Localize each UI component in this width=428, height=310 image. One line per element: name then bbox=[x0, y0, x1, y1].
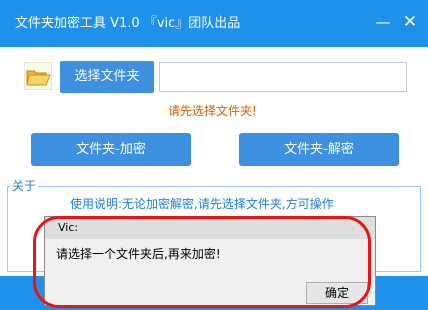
ok-button[interactable]: 确定 bbox=[306, 282, 368, 304]
usage-instructions: 使用说明:无论加密解密,请先选择文件夹,方可操作 bbox=[70, 197, 334, 211]
folder-path-input[interactable] bbox=[159, 62, 407, 92]
decrypt-folder-button[interactable]: 文件夹-解密 bbox=[239, 133, 399, 166]
title-bar: 文件夹加密工具 V1.0 『vic』团队出品 — ✕ bbox=[0, 0, 428, 47]
dialog-message: 请选择一个文件夹后,再来加密! bbox=[56, 247, 221, 261]
dialog-title: Vic: bbox=[58, 221, 79, 234]
window-title: 文件夹加密工具 V1.0 『vic』团队出品 bbox=[15, 16, 241, 31]
folder-icon bbox=[24, 62, 52, 90]
close-button[interactable]: ✕ bbox=[400, 12, 420, 32]
main-window: 文件夹加密工具 V1.0 『vic』团队出品 — ✕ 选择文件夹 请先选择文件夹… bbox=[0, 0, 428, 310]
status-hint: 请先选择文件夹! bbox=[168, 104, 257, 118]
about-legend: 关于 bbox=[10, 179, 39, 193]
message-dialog: Vic: 请选择一个文件夹后,再来加密! 确定 bbox=[44, 216, 376, 306]
dialog-title-bar: Vic: bbox=[45, 217, 375, 239]
encrypt-folder-button[interactable]: 文件夹-加密 bbox=[31, 133, 191, 166]
select-folder-button[interactable]: 选择文件夹 bbox=[60, 61, 154, 93]
minimize-button[interactable]: — bbox=[373, 12, 393, 32]
